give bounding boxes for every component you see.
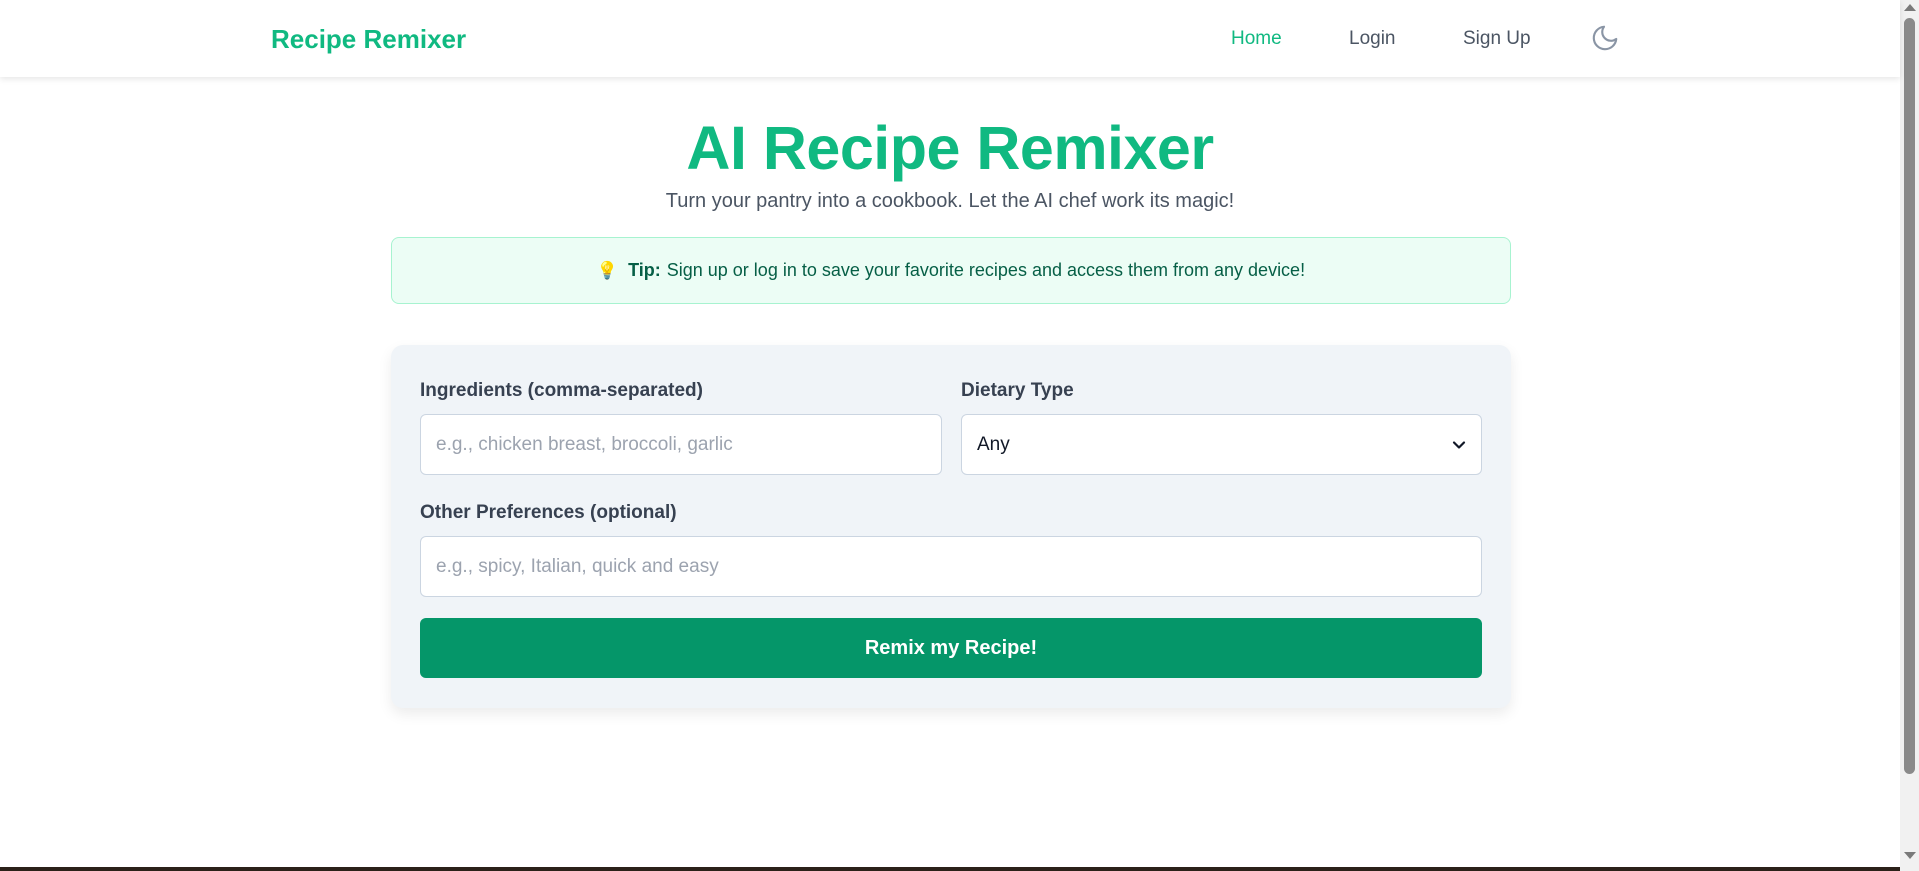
dietary-type-selected-value: Any bbox=[977, 433, 1010, 455]
ingredients-label: Ingredients (comma-separated) bbox=[420, 380, 703, 401]
page-title: AI Recipe Remixer bbox=[686, 114, 1214, 182]
preferences-input[interactable] bbox=[420, 536, 1482, 597]
nav-link-login[interactable]: Login bbox=[1349, 28, 1396, 50]
theme-toggle-button[interactable] bbox=[1590, 23, 1620, 53]
nav-link-sign-up[interactable]: Sign Up bbox=[1463, 28, 1531, 50]
ingredients-input[interactable] bbox=[420, 414, 942, 475]
recipe-form-card: Ingredients (comma-separated) Dietary Ty… bbox=[391, 345, 1511, 708]
nav-link-home[interactable]: Home bbox=[1231, 28, 1282, 50]
page-subtitle: Turn your pantry into a cookbook. Let th… bbox=[665, 190, 1235, 212]
brand-logo[interactable]: Recipe Remixer bbox=[271, 24, 466, 55]
scrollbar-thumb[interactable] bbox=[1904, 18, 1915, 774]
tip-label: Tip: bbox=[628, 260, 661, 280]
dietary-type-select[interactable]: Any bbox=[961, 414, 1482, 475]
tip-banner: 💡 Tip: Sign up or log in to save your fa… bbox=[391, 237, 1511, 304]
scroll-down-arrow-icon[interactable] bbox=[1904, 852, 1916, 859]
dietary-type-label: Dietary Type bbox=[961, 380, 1074, 401]
preferences-label: Other Preferences (optional) bbox=[420, 502, 677, 523]
remix-recipe-button[interactable]: Remix my Recipe! bbox=[420, 618, 1482, 678]
scroll-up-arrow-icon[interactable] bbox=[1904, 4, 1916, 11]
moon-icon bbox=[1592, 25, 1618, 51]
tip-text: Sign up or log in to save your favorite … bbox=[666, 260, 1306, 280]
app-viewport: Recipe Remixer Home Login Sign Up AI Rec… bbox=[0, 0, 1919, 871]
vertical-scrollbar[interactable] bbox=[1900, 0, 1919, 871]
top-navbar: Recipe Remixer Home Login Sign Up bbox=[0, 0, 1900, 77]
lightbulb-icon: 💡 bbox=[596, 260, 619, 280]
chevron-down-icon bbox=[1452, 440, 1466, 449]
page-bottom-edge bbox=[0, 867, 1900, 871]
